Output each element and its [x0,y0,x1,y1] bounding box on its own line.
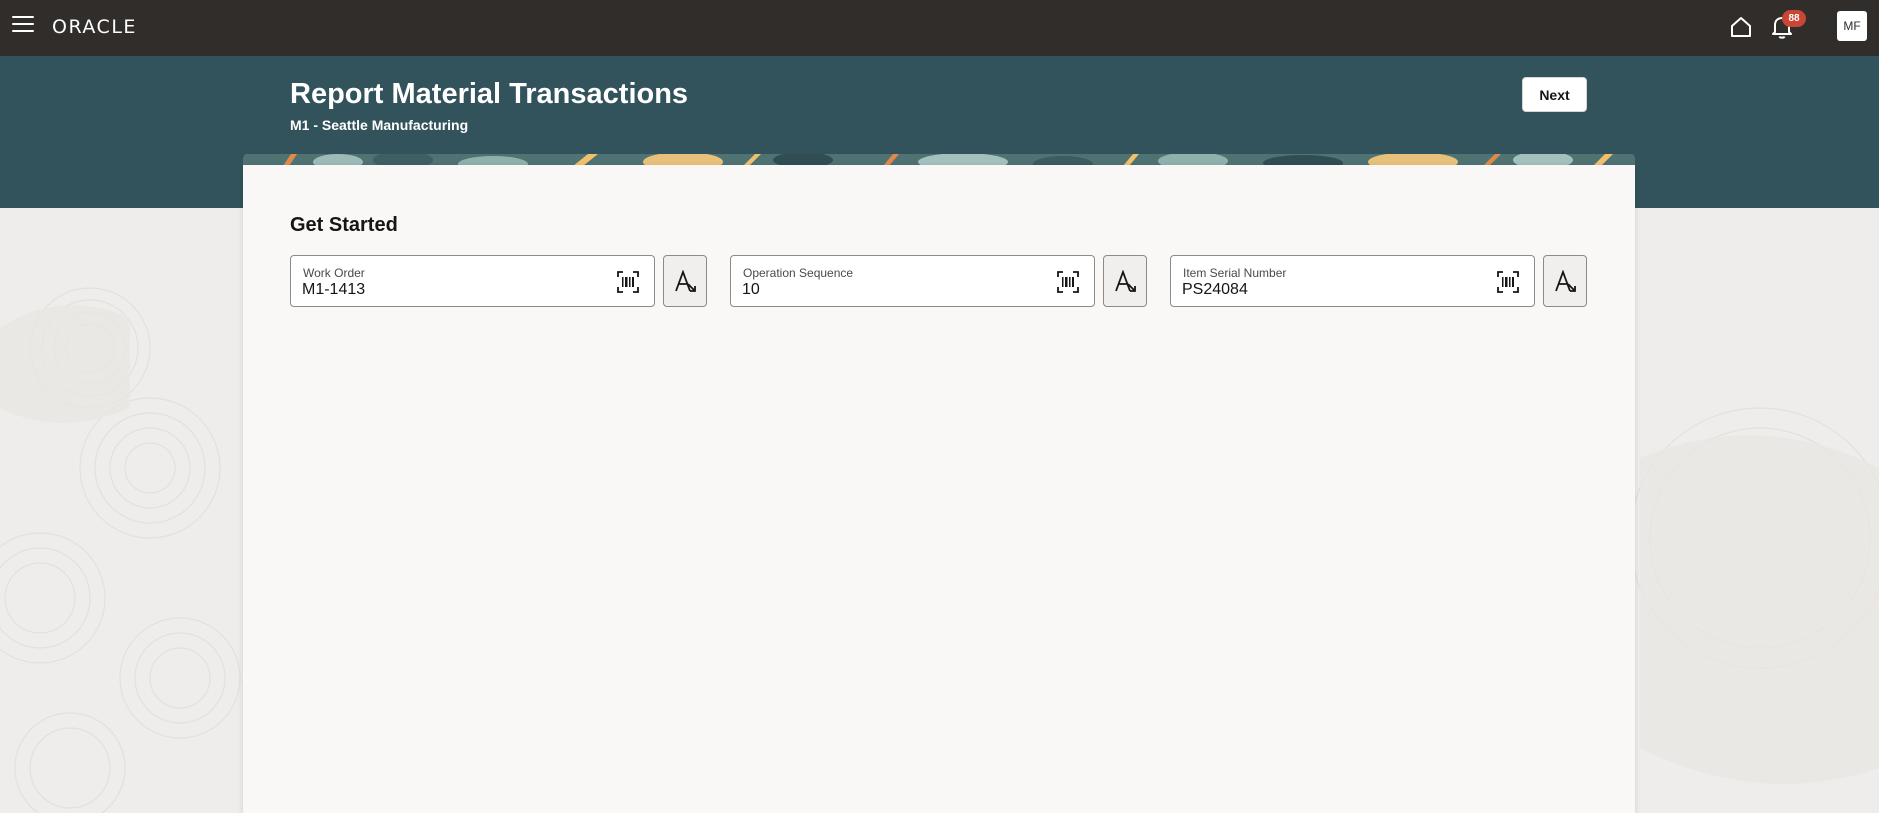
global-header: ORACLE 88 MF [0,0,1879,56]
home-icon[interactable] [1729,15,1753,39]
oracle-logo[interactable]: ORACLE [52,16,137,38]
work-order-input[interactable] [302,281,602,299]
item-serial-number-field[interactable]: Item Serial Number [1170,255,1535,307]
section-title: Get Started [290,214,398,236]
barcode-scan-icon[interactable] [1497,271,1519,293]
page-title: Report Material Transactions [290,78,689,110]
work-order-field[interactable]: Work Order [290,255,655,307]
notification-count-badge: 88 [1782,10,1806,27]
operation-sequence-input[interactable] [742,281,1042,299]
operation-sequence-field[interactable]: Operation Sequence [730,255,1095,307]
text-input-icon [1115,270,1136,292]
barcode-scan-icon[interactable] [1057,271,1079,293]
field-label: Item Serial Number [1183,266,1287,280]
decorative-banner [243,153,1635,165]
hamburger-icon[interactable] [12,16,34,34]
keyboard-input-button[interactable] [1103,255,1147,307]
barcode-scan-icon[interactable] [617,271,639,293]
item-serial-number-input[interactable] [1182,281,1482,299]
field-label: Work Order [303,266,365,280]
field-label: Operation Sequence [743,266,854,280]
page-subtitle: M1 - Seattle Manufacturing [290,117,469,133]
keyboard-input-button[interactable] [1543,255,1587,307]
user-avatar[interactable]: MF [1837,11,1867,41]
text-input-icon [1555,270,1576,292]
keyboard-input-button[interactable] [663,255,707,307]
text-input-icon [675,270,696,292]
next-button[interactable]: Next [1522,77,1587,112]
